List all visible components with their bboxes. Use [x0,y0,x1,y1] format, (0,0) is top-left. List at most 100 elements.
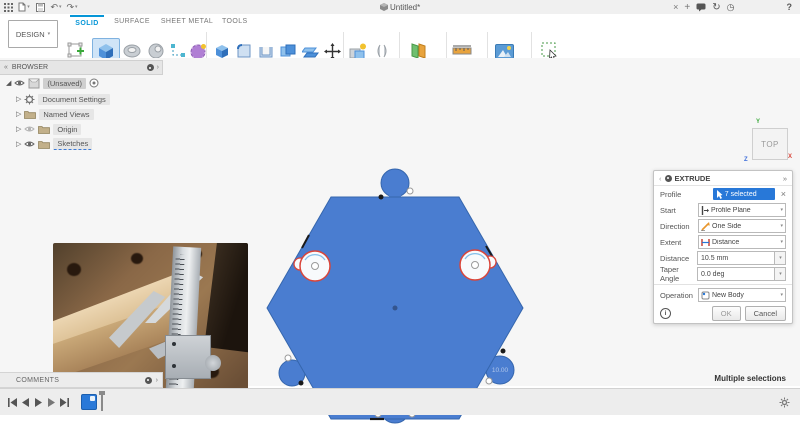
folder-icon [38,140,50,149]
expand-icon[interactable]: ◢ [6,79,11,87]
go-to-end-button[interactable] [58,396,71,409]
caliper-slider [165,335,211,379]
title-bar: ▾ ↶▾ ↷▾ Untitled* × + ↻ ◷ ? [0,0,800,15]
expand-icon[interactable]: ▷ [16,125,21,133]
operation-select[interactable]: New Body▾ [698,288,786,302]
field-extent: Extent Distance▾ [654,234,792,250]
go-to-start-button[interactable] [6,396,19,409]
expand-icon[interactable]: ▷ [16,95,21,103]
step-back-button[interactable] [19,396,32,409]
tab-tools[interactable]: TOOLS [222,15,248,27]
expand-icon[interactable]: ▷ [16,140,21,148]
visibility-eye-icon[interactable] [14,79,25,87]
document-title: Untitled* [390,3,420,12]
component-cube-icon [28,78,40,89]
new-body-icon [701,291,710,300]
browser-item-origin[interactable]: ▷ Origin [16,122,81,136]
profile-plane-icon [701,206,709,215]
caliper-screw [172,364,176,368]
info-icon[interactable]: i [660,308,671,319]
toolbar-ribbon: DESIGN▾ SOLID SURFACE SHEET METAL TOOLS … [0,14,800,59]
bench-dog-hole [131,253,143,264]
visibility-eye-icon[interactable] [24,125,35,133]
undo-icon[interactable]: ↶▾ [48,1,64,13]
tab-surface[interactable]: SURFACE [112,15,152,27]
field-direction: Direction One Side▾ [654,218,792,234]
cursor-icon [716,190,723,199]
dialog-footer: i OK Cancel [654,303,792,323]
distance-extent-icon [701,238,710,247]
z-axis-label: Z [744,157,748,163]
bench-dog-hole [67,263,81,276]
comments-bar[interactable]: COMMENTS › [0,372,163,388]
panel-chevron-icon[interactable]: › [157,64,159,71]
y-axis-label: Y [756,119,760,125]
expand-icon[interactable]: ▷ [16,110,21,118]
viewport-canvas[interactable]: 10.00 « [0,58,800,386]
dialog-dot-icon [665,175,672,182]
root-document-label[interactable]: (Unsaved) [43,78,86,89]
ok-button[interactable]: OK [712,306,741,321]
center-point [393,306,398,311]
timeline-settings-gear-icon[interactable] [779,397,790,408]
browser-root-row[interactable]: ◢ (Unsaved) [6,76,99,90]
dialog-grip-icon[interactable]: ‹ [659,174,662,183]
collapse-panel-icon[interactable]: « [4,64,8,71]
activate-radio-icon[interactable] [89,78,99,88]
comments-bubble-icon[interactable] [696,3,706,12]
field-taper-angle: Taper Angle 0.0 deg ▾ [654,266,792,282]
direction-select[interactable]: One Side▾ [698,219,786,233]
browser-header[interactable]: « BROWSER › [0,60,163,75]
step-forward-button[interactable] [45,396,58,409]
dialog-pin-icon[interactable]: » [783,174,787,183]
tab-solid[interactable]: SOLID [70,15,104,29]
dialog-title: EXTRUDE [675,174,780,183]
panel-dock-icon[interactable] [147,64,154,71]
app-grid-icon[interactable] [0,1,16,13]
caliper-beam [165,246,201,407]
browser-item-sketches[interactable]: ▷ Sketches [16,137,92,151]
dialog-divider [654,284,792,285]
panel-dock-icon[interactable] [145,377,152,384]
browser-item-document-settings[interactable]: ▷ Document Settings [16,92,110,106]
field-distance: Distance 10.5 mm ▾ [654,250,792,266]
caliper-screw [172,342,176,346]
extrude-dialog: ‹ EXTRUDE » Profile 7 selected × Start P… [653,170,793,324]
sync-status-icon[interactable]: ↻ [712,2,720,13]
visibility-eye-icon[interactable] [24,140,35,148]
one-side-icon [701,222,710,231]
field-profile: Profile 7 selected × [654,186,792,202]
new-tab-icon[interactable]: + [684,2,690,13]
profile-clear-icon[interactable]: × [781,189,786,199]
profile-selected-chip[interactable]: 7 selected [713,188,775,200]
start-select[interactable]: Profile Plane▾ [698,203,786,217]
extrude-dialog-header[interactable]: ‹ EXTRUDE » [654,171,792,186]
browser-item-named-views[interactable]: ▷ Named Views [16,107,94,121]
distance-spinner[interactable]: ▾ [775,251,786,265]
timeline-bar [0,388,800,415]
taper-angle-input[interactable]: 0.0 deg [697,267,775,281]
taper-spinner[interactable]: ▾ [775,267,786,281]
play-button[interactable] [32,396,45,409]
folder-icon [38,125,50,134]
gear-icon [24,94,35,105]
extent-select[interactable]: Distance▾ [698,235,786,249]
folder-icon [24,110,36,119]
job-status-icon[interactable]: ◷ [727,2,735,13]
panel-chevron-icon[interactable]: › [156,377,158,384]
timeline-playhead[interactable] [101,393,103,411]
x-axis-label: X [788,154,792,160]
timeline-sketch-feature[interactable] [81,394,97,410]
redo-icon[interactable]: ↷▾ [64,1,80,13]
cancel-button[interactable]: Cancel [745,306,786,321]
selection-status-text: Multiple selections [714,374,786,383]
caliper-thumb-wheel [205,355,221,371]
distance-input[interactable]: 10.5 mm [697,251,775,265]
tab-sheet-metal[interactable]: SHEET METAL [160,15,214,27]
tab-close-icon[interactable]: × [673,2,678,12]
design-workspace-selector[interactable]: DESIGN▾ [8,20,58,48]
viewcube-face-top[interactable]: TOP [752,128,788,160]
help-icon[interactable]: ? [787,2,793,12]
file-menu-icon[interactable]: ▾ [16,1,32,13]
save-icon[interactable] [32,1,48,13]
